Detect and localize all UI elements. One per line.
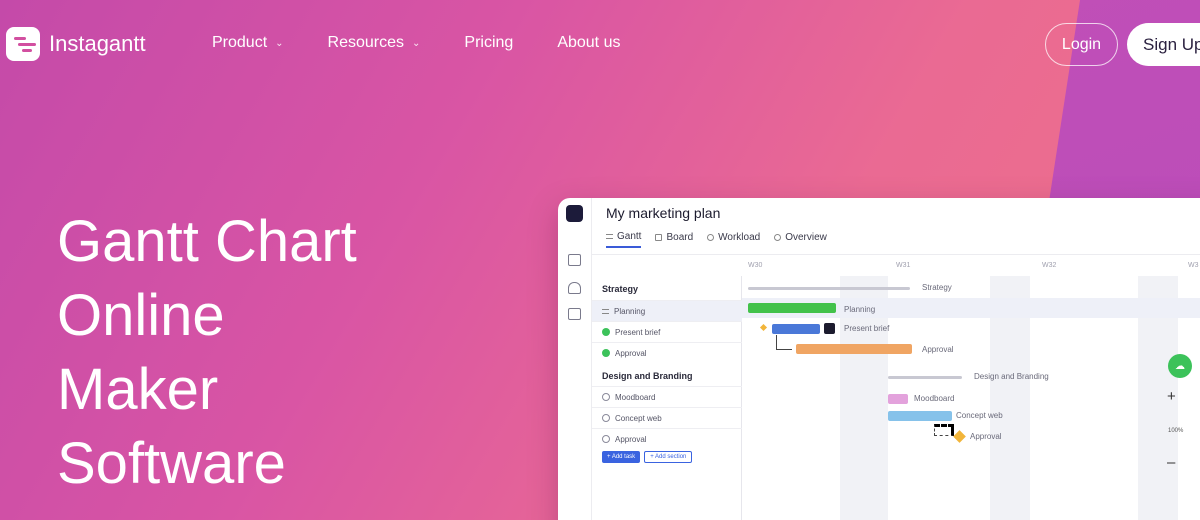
task-label: Planning bbox=[614, 306, 646, 316]
task-bar-approval[interactable] bbox=[796, 344, 912, 354]
logo[interactable]: Instagantt bbox=[6, 27, 146, 61]
bar-label: Approval bbox=[922, 345, 954, 354]
menu-item-label: About us bbox=[557, 34, 621, 51]
gantt-icon bbox=[606, 234, 613, 239]
task-row[interactable]: Concept web bbox=[592, 407, 742, 428]
drag-handle-icon[interactable] bbox=[602, 308, 609, 314]
zoom-out-button[interactable]: – bbox=[1167, 454, 1175, 471]
task-bar-moodboard[interactable] bbox=[888, 394, 908, 404]
tab-label: Workload bbox=[718, 232, 761, 243]
cloud-sync-icon[interactable]: ☁ bbox=[1168, 354, 1192, 378]
chevron-down-icon: ⌄ bbox=[412, 37, 421, 49]
week-label: W32 bbox=[1042, 262, 1057, 269]
project-title: My marketing plan bbox=[606, 205, 721, 221]
task-label: Moodboard bbox=[615, 392, 656, 402]
task-bar-planning[interactable] bbox=[748, 303, 836, 313]
menu-item-label: Product bbox=[212, 34, 268, 51]
hero-title-line: Online bbox=[57, 283, 225, 348]
tab-overview[interactable]: Overview bbox=[774, 231, 827, 248]
milestone-icon[interactable] bbox=[953, 430, 966, 443]
app-logo-icon bbox=[566, 205, 583, 222]
hero-title-line: Software bbox=[57, 431, 286, 496]
chevron-down-icon: ⌄ bbox=[275, 37, 284, 49]
graduation-cap-icon[interactable] bbox=[568, 282, 581, 294]
task-bar-present-brief[interactable] bbox=[772, 324, 820, 334]
menu-item-product[interactable]: Product ⌄ bbox=[212, 34, 284, 52]
logo-text: Instagantt bbox=[49, 31, 146, 56]
section-title[interactable]: Design and Branding bbox=[602, 371, 693, 381]
task-row[interactable]: Present brief bbox=[592, 321, 742, 342]
circle-icon[interactable] bbox=[602, 393, 610, 401]
bar-label: Concept web bbox=[956, 411, 1003, 420]
circle-icon[interactable] bbox=[602, 435, 610, 443]
hero-title-line: Maker bbox=[57, 357, 219, 422]
menu-item-resources[interactable]: Resources ⌄ bbox=[328, 34, 421, 52]
login-button[interactable]: Login bbox=[1045, 23, 1118, 66]
section-title[interactable]: Strategy bbox=[602, 284, 638, 294]
task-label: Concept web bbox=[615, 413, 662, 423]
main-menu: Product ⌄ Resources ⌄ Pricing About us bbox=[212, 34, 664, 52]
bar-label: Design and Branding bbox=[974, 372, 1049, 381]
task-row[interactable]: Moodboard bbox=[592, 386, 742, 407]
tab-label: Overview bbox=[785, 232, 827, 243]
tab-label: Board bbox=[666, 232, 694, 243]
menu-item-label: Resources bbox=[327, 34, 405, 51]
task-row[interactable]: Approval bbox=[592, 342, 742, 363]
tab-label: Gantt bbox=[617, 231, 642, 242]
menu-item-label: Pricing bbox=[464, 34, 514, 51]
bar-label: Strategy bbox=[922, 283, 952, 292]
overview-icon bbox=[774, 234, 782, 241]
tab-gantt[interactable]: Gantt bbox=[606, 231, 642, 248]
week-label: W30 bbox=[748, 262, 763, 269]
week-label: W3 bbox=[1188, 262, 1199, 269]
hero-title: Gantt Chart Online Maker Software bbox=[57, 205, 537, 501]
bar-label: Present brief bbox=[844, 324, 890, 333]
circle-icon[interactable] bbox=[602, 414, 610, 422]
add-section-button[interactable]: + Add section bbox=[644, 451, 693, 463]
tab-board[interactable]: Board bbox=[655, 231, 693, 248]
zoom-in-button[interactable]: + bbox=[1167, 388, 1176, 405]
people-icon bbox=[707, 234, 715, 241]
week-label: W31 bbox=[896, 262, 911, 269]
task-label: Present brief bbox=[615, 327, 661, 337]
id-card-icon[interactable] bbox=[568, 308, 581, 320]
tab-workload[interactable]: Workload bbox=[707, 231, 760, 248]
milestone-icon[interactable] bbox=[759, 323, 768, 332]
top-nav: Instagantt Product ⌄ Resources ⌄ Pricing… bbox=[0, 0, 1200, 90]
document-icon[interactable] bbox=[568, 254, 581, 266]
task-label: Approval bbox=[615, 348, 647, 358]
check-circle-icon[interactable] bbox=[602, 328, 610, 336]
menu-item-about[interactable]: About us bbox=[557, 34, 620, 52]
dependency-arrow bbox=[934, 424, 954, 436]
task-row[interactable]: Planning bbox=[592, 300, 742, 321]
section-summary-bar[interactable] bbox=[888, 376, 962, 379]
app-sidebar bbox=[558, 198, 592, 520]
bar-label: Moodboard bbox=[914, 394, 955, 403]
view-tabs: Gantt Board Workload Overview bbox=[606, 231, 827, 248]
divider bbox=[592, 254, 1200, 255]
check-circle-icon[interactable] bbox=[602, 349, 610, 357]
gantt-chart: Strategy Planning Present brief Approval… bbox=[742, 276, 1200, 520]
task-row[interactable]: Approval bbox=[592, 428, 742, 449]
task-list: Strategy Planning Present brief Approval… bbox=[592, 276, 742, 520]
task-bar-concept-web[interactable] bbox=[888, 411, 952, 421]
signup-button[interactable]: Sign Up bbox=[1127, 23, 1200, 66]
zoom-level: 100% bbox=[1168, 428, 1184, 434]
board-icon bbox=[655, 234, 663, 241]
link-icon[interactable] bbox=[824, 323, 835, 334]
dependency-arrow bbox=[776, 335, 792, 350]
section-summary-bar[interactable] bbox=[748, 287, 910, 290]
add-buttons: + Add task + Add section bbox=[602, 451, 693, 463]
logo-icon bbox=[6, 27, 40, 61]
bar-label: Approval bbox=[970, 432, 1002, 441]
task-label: Approval bbox=[615, 434, 647, 444]
menu-item-pricing[interactable]: Pricing bbox=[464, 34, 513, 52]
bar-label: Planning bbox=[844, 305, 876, 314]
add-task-button[interactable]: + Add task bbox=[602, 451, 641, 463]
hero-title-line: Gantt Chart bbox=[57, 209, 357, 274]
app-preview: My marketing plan Gantt Board Workload O… bbox=[558, 198, 1200, 520]
